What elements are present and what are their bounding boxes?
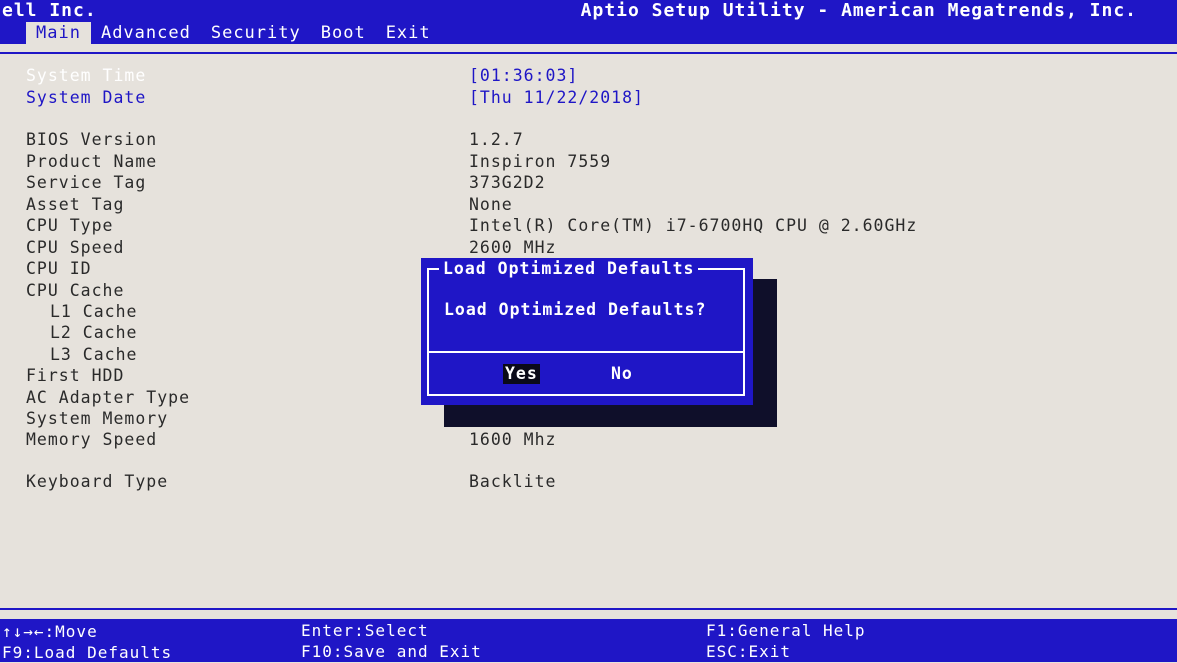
hint-general-help: F1:General Help [706, 621, 866, 640]
no-button[interactable]: No [609, 364, 635, 384]
system-time-row[interactable]: System Time [01:36:03] [0, 65, 1177, 86]
hint-load-defaults: F9:Load Defaults [2, 643, 173, 662]
dialog-message: Load Optimized Defaults? [444, 300, 707, 319]
info-label: CPU Speed [26, 238, 125, 257]
info-label: CPU ID [26, 259, 92, 278]
load-defaults-dialog: Load Optimized Defaults Load Optimized D… [421, 258, 753, 405]
hint-save-exit: F10:Save and Exit [301, 642, 482, 661]
info-label: First HDD [26, 366, 125, 385]
keyboard-type-value: Backlite [469, 472, 557, 491]
info-value: None [469, 195, 513, 214]
hint-select: Enter:Select [301, 621, 429, 640]
info-label: Service Tag [26, 173, 147, 192]
info-row-keyboard-type: Keyboard Type Backlite [0, 471, 1177, 492]
info-label: Asset Tag [26, 195, 125, 214]
vendor-name: ell Inc. [2, 0, 97, 21]
info-row-cpu-type: CPU Type Intel(R) Core(TM) i7-6700HQ CPU… [0, 215, 1177, 236]
info-value: 1600 Mhz [469, 430, 557, 449]
system-date-row[interactable]: System Date [Thu 11/22/2018] [0, 87, 1177, 108]
tab-bar: Main Advanced Security Boot Exit [26, 22, 441, 44]
hint-esc-exit: ESC:Exit [706, 642, 792, 661]
header-bar: ell Inc. Aptio Setup Utility - American … [0, 0, 1177, 44]
tab-security[interactable]: Security [201, 22, 311, 44]
info-value: 1.2.7 [469, 130, 524, 149]
info-label: L1 Cache [50, 302, 138, 321]
info-row-memory-speed: Memory Speed 1600 Mhz [0, 429, 1177, 450]
yes-button[interactable]: Yes [503, 364, 540, 384]
tab-exit[interactable]: Exit [376, 22, 441, 44]
dialog-title: Load Optimized Defaults [439, 258, 699, 280]
tab-advanced[interactable]: Advanced [91, 22, 201, 44]
info-value: Intel(R) Core(TM) i7-6700HQ CPU @ 2.60GH… [469, 216, 918, 235]
info-row-product-name: Product Name Inspiron 7559 [0, 151, 1177, 172]
system-time-label[interactable]: System Time [26, 65, 146, 86]
info-label: L3 Cache [50, 345, 138, 364]
dialog-frame [427, 268, 745, 396]
tab-main[interactable]: Main [26, 22, 91, 44]
info-value: Inspiron 7559 [469, 152, 612, 171]
info-value: 373G2D2 [469, 173, 546, 192]
info-label: AC Adapter Type [26, 388, 191, 407]
info-label: CPU Type [26, 216, 114, 235]
footer-divider [0, 608, 1177, 610]
system-date-value[interactable]: [Thu 11/22/2018] [469, 87, 644, 108]
info-label: Product Name [26, 152, 158, 171]
info-label: Memory Speed [26, 430, 158, 449]
utility-title: Aptio Setup Utility - American Megatrend… [580, 0, 1137, 21]
keyboard-type-label: Keyboard Type [26, 472, 169, 491]
info-row-asset-tag: Asset Tag None [0, 194, 1177, 215]
hint-move: ↑↓→←:Move [2, 622, 98, 641]
system-date-label[interactable]: System Date [26, 87, 146, 108]
info-label: BIOS Version [26, 130, 158, 149]
tab-boot[interactable]: Boot [311, 22, 376, 44]
dialog-divider [427, 351, 745, 353]
info-row-service-tag: Service Tag 373G2D2 [0, 172, 1177, 193]
info-label: L2 Cache [50, 323, 138, 342]
info-label: CPU Cache [26, 281, 125, 300]
footer-help-bar: ↑↓→←:Move F9:Load Defaults Enter:Select … [0, 619, 1177, 662]
info-row-cpu-speed: CPU Speed 2600 MHz [0, 237, 1177, 258]
info-label: System Memory [26, 409, 169, 428]
info-row-bios-version: BIOS Version 1.2.7 [0, 129, 1177, 150]
info-value: 2600 MHz [469, 238, 557, 257]
header-divider [0, 52, 1177, 54]
system-time-value[interactable]: [01:36:03] [469, 65, 578, 86]
